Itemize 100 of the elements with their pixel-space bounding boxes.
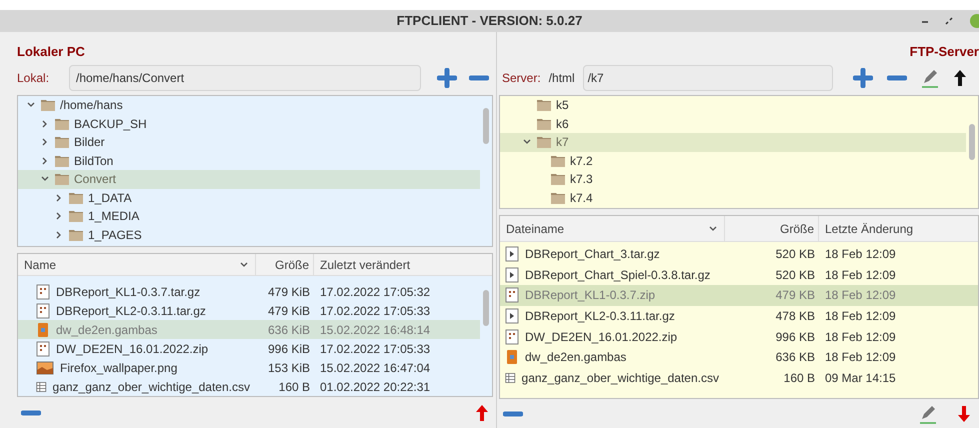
file-name: DBReport_Chart_Spiel-0.3.8.tar.gz (525, 266, 710, 284)
remove-icon[interactable] (21, 408, 41, 416)
file-row[interactable]: ganz_ganz_ober_wichtige_daten.csv 160 B 01.02.2022 20:22:31 (18, 377, 480, 396)
pencil-icon[interactable] (919, 404, 937, 424)
section-heading: FTP-Server (908, 43, 979, 60)
remove-icon[interactable] (503, 410, 523, 418)
tree-item[interactable]: k5 (500, 96, 966, 114)
tree-item[interactable]: k7.3 (500, 170, 966, 188)
folder-name: /home/hans (60, 97, 123, 114)
scrollbar-thumb[interactable] (483, 290, 489, 326)
archive-file-icon (505, 287, 519, 304)
remove-icon[interactable] (886, 74, 907, 82)
file-name: dw_de2en.gambas (56, 322, 158, 338)
tree-item[interactable]: Bilder (18, 133, 480, 152)
file-name: ganz_ganz_ober_wichtige_daten.csv (522, 370, 719, 387)
path-field[interactable]: /k7 (582, 65, 833, 91)
folder-icon (536, 98, 552, 112)
file-row[interactable]: DBReport_Chart_Spiel-0.3.8.tar.gz 520 KB 18 Feb 12:09 (500, 264, 978, 286)
column-header[interactable]: Letzte Änderung (819, 216, 978, 241)
column-header[interactable]: Name (18, 254, 256, 275)
folder-icon (536, 116, 552, 131)
folder-name: 1_DATA (88, 190, 132, 207)
folder-name: BildTon (74, 152, 114, 170)
gambas-file-icon (505, 349, 519, 366)
up-arrow-icon[interactable] (952, 69, 967, 87)
folder-name: Convert (74, 171, 116, 188)
file-row[interactable]: DW_DE2EN_16.01.2022.zip 996 KiB 17.02.2022 17:05:33 (18, 339, 480, 358)
pencil-icon[interactable] (920, 68, 939, 88)
file-size: 636 KiB (266, 322, 311, 338)
tree-item[interactable]: BildTon (18, 152, 480, 170)
tree-item[interactable]: /home/hans (18, 96, 480, 114)
column-header[interactable]: Größe (725, 216, 819, 241)
file-date: 17.02.2022 17:05:33 (319, 302, 432, 320)
file-name: ganz_ganz_ober_wichtige_daten.csv (52, 378, 250, 396)
download-arrow-icon[interactable] (957, 404, 971, 422)
folder-name: 1_MEDIA (88, 208, 140, 226)
tree-item[interactable]: k7.4 (500, 188, 966, 207)
file-size: 478 KB (774, 308, 816, 326)
file-row[interactable]: DBReport_KL2-0.3.11.tar.gz 479 KiB 17.02.2022 17:05:33 (18, 301, 480, 320)
folder-icon (54, 135, 70, 150)
section-heading: Lokaler PC (17, 43, 86, 60)
file-row[interactable]: DW_DE2EN_16.01.2022.zip 996 KB 18 Feb 12:09 (500, 326, 978, 347)
folder-name: k7.2 (570, 152, 593, 170)
file-size: 520 KB (774, 266, 816, 284)
file-name: DBReport_KL1-0.3.7.tar.gz (56, 284, 200, 300)
add-icon[interactable] (852, 68, 873, 88)
file-row[interactable]: DBReport_KL2-0.3.11.tar.gz 478 KB 18 Feb 12:09 (500, 306, 978, 326)
root-path: /html (548, 70, 575, 87)
file-name: DW_DE2EN_16.01.2022.zip (56, 340, 208, 358)
file-date: 18 Feb 12:09 (824, 328, 897, 346)
chevron-down-icon[interactable] (239, 260, 249, 270)
file-date: 17.02.2022 17:05:32 (319, 284, 432, 300)
scrollbar-thumb[interactable] (969, 124, 975, 160)
scrollbar-thumb[interactable] (483, 108, 489, 144)
table-file-icon (36, 380, 47, 394)
tree-item[interactable]: k6 (500, 114, 966, 133)
gambas-file-icon (36, 322, 50, 338)
tree-item[interactable]: 1_PAGES (18, 226, 480, 244)
file-date: 15.02.2022 16:48:14 (319, 322, 432, 338)
folder-name: k5 (556, 97, 569, 114)
tree-item[interactable]: k7 (500, 133, 966, 152)
file-row[interactable]: DBReport_Chart_3.tar.gz 520 KB 18 Feb 12:09 (500, 244, 978, 265)
maximize-icon[interactable] (945, 17, 953, 25)
window-title: FTPCLIENT - VERSION: 5.0.27 (396, 12, 582, 30)
chevron-down-icon[interactable] (708, 224, 718, 234)
upload-arrow-icon[interactable] (475, 404, 489, 422)
path-label: Lokal: (17, 70, 50, 87)
file-size: 479 KB (774, 287, 816, 304)
folder-icon (550, 172, 566, 186)
remove-icon[interactable] (469, 74, 489, 82)
file-row[interactable]: Firefox_wallpaper.png 153 KiB 15.02.2022 16:47:04 (18, 358, 480, 377)
archive-file-icon (36, 302, 50, 318)
file-row[interactable]: ganz_ganz_ober_wichtige_daten.csv 160 B 09 Mar 14:15 (500, 368, 978, 388)
tree-item[interactable]: BACKUP_SH (18, 114, 480, 133)
file-name: DW_DE2EN_16.01.2022.zip (525, 328, 678, 346)
column-header[interactable]: Größe (256, 254, 314, 275)
folder-icon (550, 154, 566, 168)
file-size: 520 KB (774, 246, 816, 264)
tree-item[interactable]: 1_DATA (18, 188, 480, 207)
play-file-icon (505, 246, 519, 262)
tree-item[interactable]: 1_MEDIA (18, 207, 480, 226)
file-size: 160 B (278, 378, 311, 396)
folder-icon (54, 116, 70, 131)
tree-item[interactable]: k7.2 (500, 152, 966, 170)
tree-item[interactable]: Convert (18, 170, 480, 188)
path-field[interactable]: /home/hans/Convert (69, 65, 421, 91)
file-date: 09 Mar 14:15 (824, 370, 897, 387)
file-row[interactable]: dw_de2en.gambas 636 KB 18 Feb 12:09 (500, 346, 978, 368)
file-date: 17.02.2022 17:05:33 (319, 340, 432, 358)
column-header[interactable]: Dateiname (500, 216, 725, 241)
file-name: DBReport_KL2-0.3.11.tar.gz (56, 302, 206, 320)
file-row[interactable]: DBReport_KL1-0.3.7.tar.gz 479 KiB 17.02.2022 17:05:32 (18, 282, 480, 301)
folder-name: k6 (556, 116, 569, 133)
file-date: 18 Feb 12:09 (824, 349, 897, 366)
add-icon[interactable] (437, 68, 457, 88)
column-header[interactable]: Zuletzt verändert (314, 254, 492, 275)
file-size: 479 KiB (266, 284, 311, 300)
folder-icon (54, 154, 70, 168)
file-date: 15.02.2022 16:47:04 (319, 360, 432, 376)
file-size: 636 KB (774, 349, 816, 366)
